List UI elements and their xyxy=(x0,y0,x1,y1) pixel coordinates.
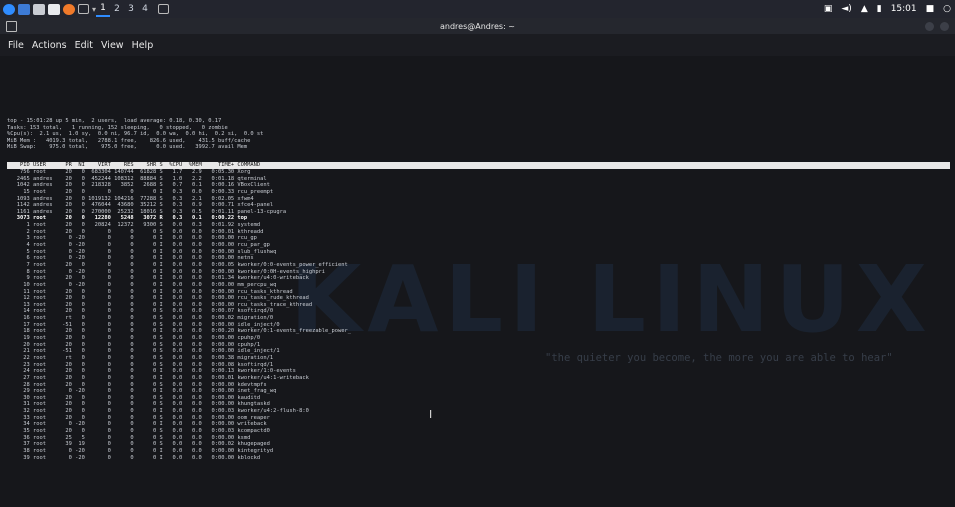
process-row: 37 root 39 19 0 0 0 S 0.0 0.0 0:00.02 kh… xyxy=(7,441,270,448)
window-list-icon[interactable] xyxy=(78,2,89,16)
top-panel: ▾ 1 2 3 4 ▣ ◄) ▲ ▮ 15:01 ■ ○ xyxy=(0,0,955,18)
summary-line: MiB Swap: 975.0 total, 975.0 free, 0.0 u… xyxy=(7,144,248,150)
process-row: 28 root 20 0 0 0 0 S 0.0 0.0 0:00.00 kde… xyxy=(7,381,267,388)
workspace-3[interactable]: 3 xyxy=(124,2,138,16)
process-row: 2465 andres 20 0 452244 108312 88884 S 1… xyxy=(7,175,267,182)
terminal-launcher-icon[interactable] xyxy=(48,2,60,16)
process-row: 20 root 20 0 0 0 0 S 0.0 0.0 0:00.00 cpu… xyxy=(7,341,261,348)
process-row: 32 root 20 0 0 0 0 I 0.0 0.0 0:00.03 kwo… xyxy=(7,408,309,415)
power-icon[interactable]: ○ xyxy=(943,4,951,14)
process-row: 24 root 20 0 0 0 0 I 0.0 0.0 0:00.13 kwo… xyxy=(7,368,296,375)
workspace-4[interactable]: 4 xyxy=(138,2,152,16)
process-row: 14 root 20 0 0 0 0 S 0.0 0.0 0:00.07 kso… xyxy=(7,308,274,315)
kali-menu-icon[interactable] xyxy=(3,2,15,16)
taskbar-terminal-button[interactable] xyxy=(158,2,170,16)
kali-watermark: KALI LINUX xyxy=(290,246,933,353)
window-title: andres@Andres: ~ xyxy=(439,21,516,31)
process-row: 9 root 20 0 0 0 0 I 0.0 0.0 0:01.34 kwor… xyxy=(7,275,309,282)
window-titlebar[interactable]: andres@Andres: ~ xyxy=(0,18,955,34)
menu-view[interactable]: View xyxy=(101,40,124,51)
menu-bar: File Actions Edit View Help xyxy=(0,34,955,56)
process-row: 3 root 0 -20 0 0 0 I 0.0 0.0 0:00.00 rcu… xyxy=(7,235,257,242)
process-row: 7 root 20 0 0 0 0 I 0.0 0.0 0:00.05 kwor… xyxy=(7,261,348,268)
process-row: 1 root 20 0 20824 12372 9300 S 0.0 0.3 0… xyxy=(7,222,261,229)
kali-quote: "the quieter you become, the more you ar… xyxy=(545,352,893,364)
process-row: 36 root 25 5 0 0 0 S 0.0 0.0 0:00.00 ksm… xyxy=(7,434,251,441)
process-row: 11 root 20 0 0 0 0 I 0.0 0.0 0:00.00 rcu… xyxy=(7,288,293,295)
process-row: 31 root 20 0 0 0 0 S 0.0 0.0 0:00.00 khu… xyxy=(7,401,270,408)
text-cursor-icon: I xyxy=(429,408,433,421)
process-row: 2 root 20 0 0 0 0 S 0.0 0.0 0:00.01 kthr… xyxy=(7,228,264,235)
process-row: 3073 root 20 0 12280 5248 3072 R 0.3 0.1… xyxy=(7,215,248,222)
process-row: 1042 andres 20 0 218328 3852 2688 S 0.7 … xyxy=(7,182,270,189)
process-row: 1161 andres 20 0 270000 25232 18016 S 0.… xyxy=(7,208,287,215)
process-row: 30 root 20 0 0 0 0 S 0.0 0.0 0:00.00 kau… xyxy=(7,394,261,401)
process-row: 13 root 20 0 0 0 0 I 0.0 0.0 0:00.00 rcu… xyxy=(7,301,313,308)
process-row: 34 root 0 -20 0 0 0 I 0.0 0.0 0:00.00 wr… xyxy=(7,421,267,428)
maximize-button[interactable] xyxy=(940,22,949,31)
process-row: 5 root 0 -20 0 0 0 I 0.0 0.0 0:00.00 slu… xyxy=(7,248,277,255)
process-row: 1093 andres 20 0 1019132 104216 77288 S … xyxy=(7,195,254,202)
process-row: 33 root 20 0 0 0 0 S 0.0 0.0 0:00.00 oom… xyxy=(7,414,270,421)
process-row: 16 root rt 0 0 0 0 S 0.0 0.0 0:00.02 mig… xyxy=(7,315,274,322)
system-tray: ▣ ◄) ▲ ▮ 15:01 ■ ○ xyxy=(824,0,951,18)
firefox-icon[interactable] xyxy=(63,2,75,16)
process-table: 756 root 20 0 683304 140744 61828 S 1.7 … xyxy=(7,169,351,461)
minimize-button[interactable] xyxy=(925,22,934,31)
show-desktop-icon[interactable] xyxy=(18,2,30,16)
process-row: 8 root 0 -20 0 0 0 I 0.0 0.0 0:00.00 kwo… xyxy=(7,268,326,275)
notification-bell-icon[interactable]: ▲ xyxy=(861,4,868,14)
workspace-1[interactable]: 1 xyxy=(96,1,111,17)
summary-line: %Cpu(s): 2.1 us, 1.0 sy, 0.0 ni, 96.7 id… xyxy=(7,131,264,137)
lock-icon[interactable]: ■ xyxy=(926,4,935,14)
process-row: 27 root 20 0 0 0 0 I 0.0 0.0 0:00.01 kwo… xyxy=(7,374,309,381)
top-summary: top - 15:01:28 up 5 min, 2 users, load a… xyxy=(7,118,263,151)
process-row: 19 root 20 0 0 0 0 S 0.0 0.0 0:00.00 cpu… xyxy=(7,335,261,342)
terminal-icon xyxy=(6,21,17,32)
process-row: 10 root 0 -20 0 0 0 I 0.0 0.0 0:00.00 mm… xyxy=(7,281,277,288)
process-row: 21 root -51 0 0 0 0 S 0.0 0.0 0:00.00 id… xyxy=(7,348,280,355)
process-row: 4 root 0 -20 0 0 0 I 0.0 0.0 0:00.00 rcu… xyxy=(7,242,270,249)
clock[interactable]: 15:01 xyxy=(891,4,917,14)
process-row: 22 root rt 0 0 0 0 S 0.0 0.0 0:00.38 mig… xyxy=(7,354,274,361)
process-row: 12 root 20 0 0 0 0 I 0.0 0.0 0:00.00 rcu… xyxy=(7,295,309,302)
process-row: 1142 andres 20 0 476044 43680 35212 S 0.… xyxy=(7,202,274,209)
process-row: 39 root 0 -20 0 0 0 I 0.0 0.0 0:00.00 kb… xyxy=(7,454,261,461)
process-row: 38 root 0 -20 0 0 0 I 0.0 0.0 0:00.00 ki… xyxy=(7,447,274,454)
terminal-output[interactable]: KALI LINUX "the quieter you become, the … xyxy=(0,56,955,507)
process-row: 29 root 0 -20 0 0 0 I 0.0 0.0 0:00.00 in… xyxy=(7,388,277,395)
menu-edit[interactable]: Edit xyxy=(75,40,93,51)
workspace-2[interactable]: 2 xyxy=(110,2,124,16)
process-table-header: PID USER PR NI VIRT RES SHR S %CPU %MEM … xyxy=(7,162,950,169)
menu-file[interactable]: File xyxy=(8,40,24,51)
process-row: 6 root 0 -20 0 0 0 I 0.0 0.0 0:00.00 net… xyxy=(7,255,254,262)
display-icon[interactable]: ▣ xyxy=(824,4,833,14)
volume-icon[interactable]: ◄) xyxy=(841,4,851,14)
process-row: 17 root -51 0 0 0 0 S 0.0 0.0 0:00.00 id… xyxy=(7,321,280,328)
process-row: 35 root 20 0 0 0 0 S 0.0 0.0 0:00.03 kco… xyxy=(7,427,270,434)
file-manager-icon[interactable] xyxy=(33,2,45,16)
terminal-window: andres@Andres: ~ File Actions Edit View … xyxy=(0,18,955,507)
process-row: 23 root 20 0 0 0 0 S 0.0 0.0 0:00.08 kso… xyxy=(7,361,274,368)
menu-help[interactable]: Help xyxy=(132,40,154,51)
menu-actions[interactable]: Actions xyxy=(32,40,67,51)
battery-icon[interactable]: ▮ xyxy=(877,4,882,14)
process-row: 18 root 20 0 0 0 0 I 0.0 0.0 0:00.20 kwo… xyxy=(7,328,352,335)
process-row: 15 root 20 0 0 0 0 I 0.3 0.0 0:00.33 rcu… xyxy=(7,188,274,195)
process-row: 756 root 20 0 683304 140744 61828 S 1.7 … xyxy=(7,169,251,175)
